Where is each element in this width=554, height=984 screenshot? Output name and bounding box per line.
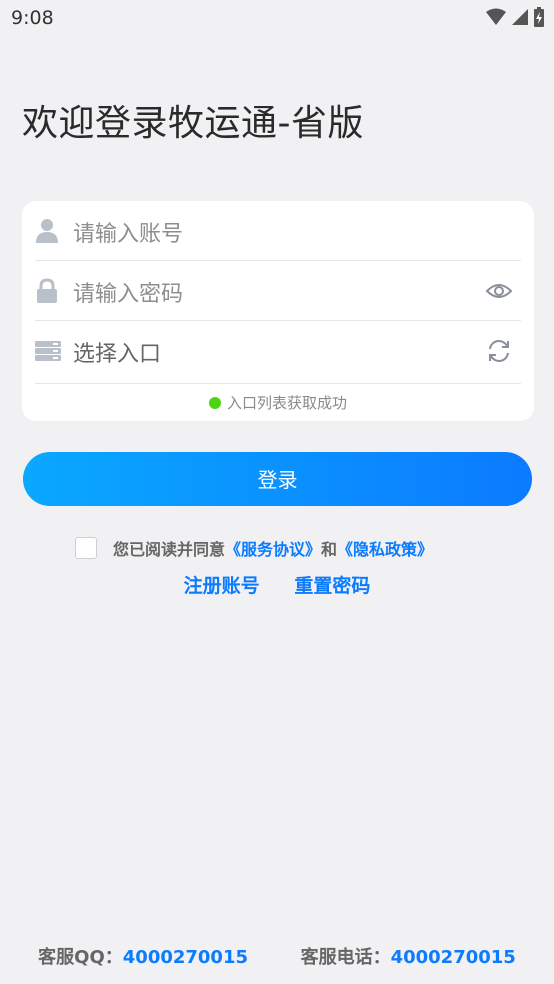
password-input[interactable]: 请输入密码: [73, 276, 183, 308]
reset-password-link[interactable]: 重置密码: [294, 575, 370, 597]
status-time: 9:08: [11, 7, 54, 29]
phone-label: 客服电话：: [300, 947, 391, 968]
eye-icon[interactable]: [485, 277, 513, 305]
entry-select[interactable]: 选择入口: [73, 336, 161, 368]
entry-field[interactable]: 选择入口: [35, 321, 521, 384]
phone-number[interactable]: 4000270015: [391, 947, 516, 968]
login-form-card: 请输入账号 请输入密码 选择入口 入口列表获取成功: [22, 201, 534, 421]
password-field[interactable]: 请输入密码: [35, 261, 521, 321]
user-icon: [36, 219, 58, 243]
privacy-policy-link[interactable]: 《隐私政策》: [337, 536, 433, 560]
service-agreement-link[interactable]: 《服务协议》: [225, 536, 321, 560]
success-dot-icon: [208, 397, 221, 409]
status-bar: 9:08: [0, 0, 554, 38]
agree-checkbox[interactable]: [75, 537, 97, 559]
account-field[interactable]: 请输入账号: [35, 201, 521, 261]
lock-icon: [37, 278, 57, 303]
page-title: 欢迎登录牧运通-省版: [22, 103, 364, 144]
status-icons: [486, 7, 544, 27]
account-input[interactable]: 请输入账号: [73, 216, 183, 248]
agreement: 您已阅读并同意 《服务协议》 和 《隐私政策》: [75, 536, 433, 560]
agreement-prefix: 您已阅读并同意: [113, 540, 226, 559]
login-button[interactable]: 登录: [23, 452, 532, 506]
entry-status: 入口列表获取成功: [22, 392, 534, 413]
register-link[interactable]: 注册账号: [184, 575, 260, 597]
entry-status-text: 入口列表获取成功: [226, 394, 347, 412]
qq-label: 客服QQ：: [38, 947, 123, 968]
qq-number[interactable]: 4000270015: [123, 947, 248, 968]
support-footer: 客服QQ：4000270015 客服电话：4000270015: [0, 943, 554, 969]
refresh-icon[interactable]: [485, 337, 513, 365]
wifi-icon: [486, 8, 506, 25]
server-icon: [35, 341, 61, 361]
battery-icon: [534, 7, 544, 27]
signal-icon: [512, 9, 528, 25]
account-links: 注册账号 重置密码: [0, 571, 554, 598]
agreement-and: 和: [321, 540, 338, 559]
